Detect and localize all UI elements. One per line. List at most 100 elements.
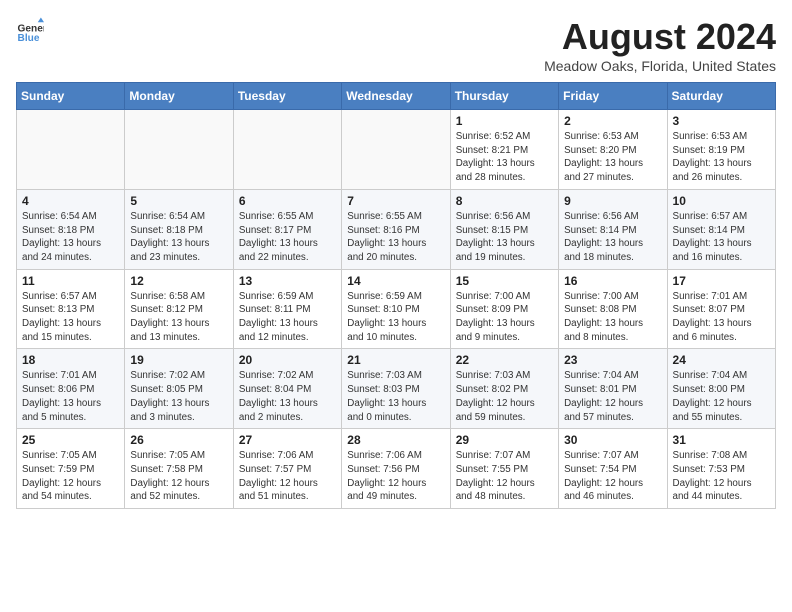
day-info: Sunrise: 7:06 AM Sunset: 7:56 PM Dayligh… <box>347 449 444 504</box>
day-info: Sunrise: 7:04 AM Sunset: 8:01 PM Dayligh… <box>564 369 661 424</box>
calendar-day-cell: 17 Sunrise: 7:01 AM Sunset: 8:07 PM Dayli… <box>667 269 775 349</box>
calendar-day-cell: 23 Sunrise: 7:04 AM Sunset: 8:01 PM Dayli… <box>559 349 667 429</box>
day-info: Sunrise: 7:01 AM Sunset: 8:07 PM Dayligh… <box>673 290 770 345</box>
day-info: Sunrise: 6:57 AM Sunset: 8:13 PM Dayligh… <box>22 290 119 345</box>
day-info: Sunrise: 7:00 AM Sunset: 8:08 PM Dayligh… <box>564 290 661 345</box>
day-number: 8 <box>456 194 553 208</box>
weekday-label: Thursday <box>450 83 558 110</box>
calendar-day-cell: 2Sunrise: 6:53 AM Sunset: 8:20 PM Daylig… <box>559 110 667 190</box>
day-info: Sunrise: 6:53 AM Sunset: 8:19 PM Dayligh… <box>673 130 770 185</box>
day-info: Sunrise: 6:59 AM Sunset: 8:11 PM Dayligh… <box>239 290 336 345</box>
calendar-day-cell: 19 Sunrise: 7:02 AM Sunset: 8:05 PM Dayli… <box>125 349 233 429</box>
calendar-day-cell: 28Sunrise: 7:06 AM Sunset: 7:56 PM Dayli… <box>342 429 450 509</box>
title-block: August 2024 Meadow Oaks, Florida, United… <box>544 16 776 74</box>
day-number: 15 <box>456 274 553 288</box>
calendar-day-cell: 11 Sunrise: 6:57 AM Sunset: 8:13 PM Dayli… <box>17 269 125 349</box>
weekday-header-row: SundayMondayTuesdayWednesdayThursdayFrid… <box>17 83 776 110</box>
calendar-day-cell: 4 Sunrise: 6:54 AM Sunset: 8:18 PM Daylig… <box>17 189 125 269</box>
calendar-day-cell: 1Sunrise: 6:52 AM Sunset: 8:21 PM Daylig… <box>450 110 558 190</box>
day-info: Sunrise: 7:05 AM Sunset: 7:59 PM Dayligh… <box>22 449 119 504</box>
calendar-day-cell: 25 Sunrise: 7:05 AM Sunset: 7:59 PM Dayli… <box>17 429 125 509</box>
calendar-day-cell <box>233 110 341 190</box>
calendar-day-cell: 8 Sunrise: 6:56 AM Sunset: 8:15 PM Daylig… <box>450 189 558 269</box>
calendar-day-cell: 21Sunrise: 7:03 AM Sunset: 8:03 PM Dayli… <box>342 349 450 429</box>
calendar-body: 1Sunrise: 6:52 AM Sunset: 8:21 PM Daylig… <box>17 110 776 509</box>
day-info: Sunrise: 6:57 AM Sunset: 8:14 PM Dayligh… <box>673 210 770 265</box>
day-info: Sunrise: 7:04 AM Sunset: 8:00 PM Dayligh… <box>673 369 770 424</box>
day-number: 14 <box>347 274 444 288</box>
calendar-day-cell <box>125 110 233 190</box>
day-info: Sunrise: 7:07 AM Sunset: 7:54 PM Dayligh… <box>564 449 661 504</box>
calendar-day-cell: 26 Sunrise: 7:05 AM Sunset: 7:58 PM Dayli… <box>125 429 233 509</box>
month-title: August 2024 <box>544 16 776 58</box>
day-number: 26 <box>130 433 227 447</box>
day-number: 23 <box>564 353 661 367</box>
day-number: 21 <box>347 353 444 367</box>
day-info: Sunrise: 7:05 AM Sunset: 7:58 PM Dayligh… <box>130 449 227 504</box>
day-number: 19 <box>130 353 227 367</box>
day-number: 4 <box>22 194 119 208</box>
day-info: Sunrise: 7:00 AM Sunset: 8:09 PM Dayligh… <box>456 290 553 345</box>
calendar-day-cell: 14 Sunrise: 6:59 AM Sunset: 8:10 PM Dayli… <box>342 269 450 349</box>
day-number: 27 <box>239 433 336 447</box>
logo: General Blue <box>16 16 44 44</box>
day-number: 9 <box>564 194 661 208</box>
calendar-week-row: 1Sunrise: 6:52 AM Sunset: 8:21 PM Daylig… <box>17 110 776 190</box>
weekday-label: Sunday <box>17 83 125 110</box>
calendar-day-cell: 9 Sunrise: 6:56 AM Sunset: 8:14 PM Daylig… <box>559 189 667 269</box>
day-info: Sunrise: 7:02 AM Sunset: 8:04 PM Dayligh… <box>239 369 336 424</box>
day-number: 10 <box>673 194 770 208</box>
day-info: Sunrise: 6:56 AM Sunset: 8:14 PM Dayligh… <box>564 210 661 265</box>
day-number: 6 <box>239 194 336 208</box>
calendar-day-cell: 20 Sunrise: 7:02 AM Sunset: 8:04 PM Dayli… <box>233 349 341 429</box>
calendar-week-row: 4 Sunrise: 6:54 AM Sunset: 8:18 PM Daylig… <box>17 189 776 269</box>
day-number: 12 <box>130 274 227 288</box>
day-info: Sunrise: 7:07 AM Sunset: 7:55 PM Dayligh… <box>456 449 553 504</box>
calendar-day-cell: 24 Sunrise: 7:04 AM Sunset: 8:00 PM Dayli… <box>667 349 775 429</box>
day-number: 18 <box>22 353 119 367</box>
day-info: Sunrise: 6:55 AM Sunset: 8:17 PM Dayligh… <box>239 210 336 265</box>
weekday-label: Friday <box>559 83 667 110</box>
calendar-day-cell: 5 Sunrise: 6:54 AM Sunset: 8:18 PM Daylig… <box>125 189 233 269</box>
calendar-week-row: 18 Sunrise: 7:01 AM Sunset: 8:06 PM Dayli… <box>17 349 776 429</box>
day-number: 16 <box>564 274 661 288</box>
calendar-day-cell: 27Sunrise: 7:06 AM Sunset: 7:57 PM Dayli… <box>233 429 341 509</box>
day-number: 25 <box>22 433 119 447</box>
day-info: Sunrise: 7:08 AM Sunset: 7:53 PM Dayligh… <box>673 449 770 504</box>
weekday-label: Tuesday <box>233 83 341 110</box>
calendar-day-cell: 15 Sunrise: 7:00 AM Sunset: 8:09 PM Dayli… <box>450 269 558 349</box>
day-number: 24 <box>673 353 770 367</box>
calendar-day-cell: 7Sunrise: 6:55 AM Sunset: 8:16 PM Daylig… <box>342 189 450 269</box>
calendar-day-cell: 6 Sunrise: 6:55 AM Sunset: 8:17 PM Daylig… <box>233 189 341 269</box>
logo-icon: General Blue <box>16 16 44 44</box>
calendar-day-cell: 12 Sunrise: 6:58 AM Sunset: 8:12 PM Dayli… <box>125 269 233 349</box>
day-number: 11 <box>22 274 119 288</box>
calendar-week-row: 11 Sunrise: 6:57 AM Sunset: 8:13 PM Dayli… <box>17 269 776 349</box>
calendar-day-cell: 18 Sunrise: 7:01 AM Sunset: 8:06 PM Dayli… <box>17 349 125 429</box>
day-info: Sunrise: 6:56 AM Sunset: 8:15 PM Dayligh… <box>456 210 553 265</box>
day-info: Sunrise: 6:55 AM Sunset: 8:16 PM Dayligh… <box>347 210 444 265</box>
day-info: Sunrise: 7:02 AM Sunset: 8:05 PM Dayligh… <box>130 369 227 424</box>
day-number: 13 <box>239 274 336 288</box>
calendar-day-cell: 30Sunrise: 7:07 AM Sunset: 7:54 PM Dayli… <box>559 429 667 509</box>
calendar-day-cell <box>17 110 125 190</box>
weekday-label: Monday <box>125 83 233 110</box>
day-number: 17 <box>673 274 770 288</box>
day-number: 31 <box>673 433 770 447</box>
calendar-day-cell: 22Sunrise: 7:03 AM Sunset: 8:02 PM Dayli… <box>450 349 558 429</box>
calendar-day-cell: 3Sunrise: 6:53 AM Sunset: 8:19 PM Daylig… <box>667 110 775 190</box>
location: Meadow Oaks, Florida, United States <box>544 58 776 74</box>
day-number: 1 <box>456 114 553 128</box>
day-info: Sunrise: 6:59 AM Sunset: 8:10 PM Dayligh… <box>347 290 444 345</box>
weekday-label: Saturday <box>667 83 775 110</box>
day-number: 5 <box>130 194 227 208</box>
calendar-week-row: 25 Sunrise: 7:05 AM Sunset: 7:59 PM Dayli… <box>17 429 776 509</box>
day-info: Sunrise: 6:54 AM Sunset: 8:18 PM Dayligh… <box>130 210 227 265</box>
page-header: General Blue August 2024 Meadow Oaks, Fl… <box>16 16 776 74</box>
calendar-day-cell: 31 Sunrise: 7:08 AM Sunset: 7:53 PM Dayli… <box>667 429 775 509</box>
day-number: 20 <box>239 353 336 367</box>
weekday-label: Wednesday <box>342 83 450 110</box>
day-info: Sunrise: 6:54 AM Sunset: 8:18 PM Dayligh… <box>22 210 119 265</box>
day-info: Sunrise: 6:58 AM Sunset: 8:12 PM Dayligh… <box>130 290 227 345</box>
day-info: Sunrise: 7:01 AM Sunset: 8:06 PM Dayligh… <box>22 369 119 424</box>
